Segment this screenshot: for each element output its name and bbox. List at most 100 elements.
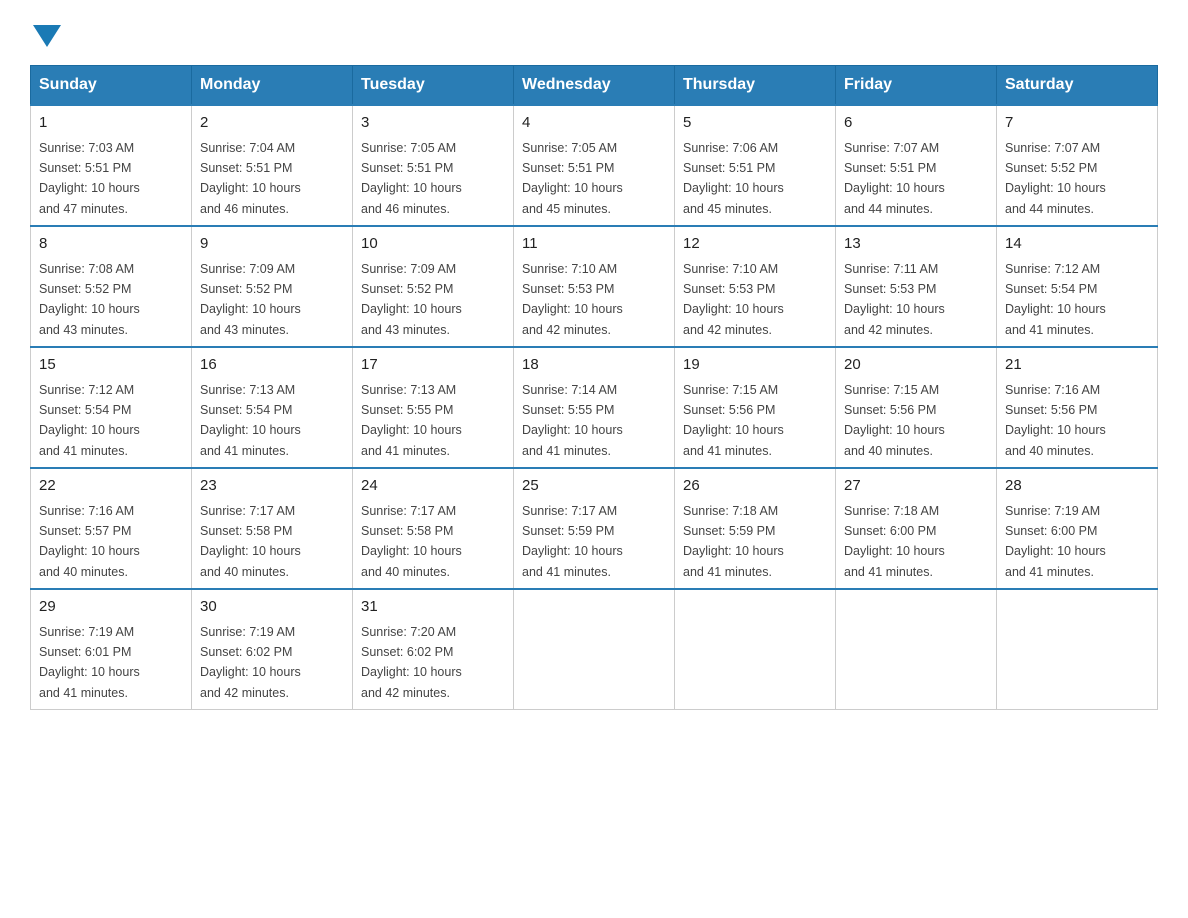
day-info: Sunrise: 7:05 AMSunset: 5:51 PMDaylight:… [361,141,462,216]
day-number: 13 [844,233,988,256]
calendar-week-row: 22Sunrise: 7:16 AMSunset: 5:57 PMDayligh… [31,468,1158,589]
calendar-cell: 2 Sunrise: 7:04 AMSunset: 5:51 PMDaylight… [192,105,353,226]
day-info: Sunrise: 7:11 AMSunset: 5:53 PMDaylight:… [844,262,945,337]
day-number: 23 [200,475,344,498]
calendar-cell: 26 Sunrise: 7:18 AMSunset: 5:59 PMDayligh… [675,468,836,589]
calendar-table: SundayMondayTuesdayWednesdayThursdayFrid… [30,65,1158,710]
day-number: 1 [39,112,183,135]
calendar-cell: 5 Sunrise: 7:06 AMSunset: 5:51 PMDaylight… [675,105,836,226]
day-number: 10 [361,233,505,256]
calendar-week-row: 8 Sunrise: 7:08 AMSunset: 5:52 PMDaylight… [31,226,1158,347]
day-number: 8 [39,233,183,256]
calendar-cell: 6 Sunrise: 7:07 AMSunset: 5:51 PMDaylight… [836,105,997,226]
day-info: Sunrise: 7:18 AMSunset: 6:00 PMDaylight:… [844,504,945,579]
day-info: Sunrise: 7:17 AMSunset: 5:58 PMDaylight:… [200,504,301,579]
weekday-header-row: SundayMondayTuesdayWednesdayThursdayFrid… [31,66,1158,106]
day-number: 15 [39,354,183,377]
calendar-cell: 1Sunrise: 7:03 AMSunset: 5:51 PMDaylight… [31,105,192,226]
calendar-cell: 16 Sunrise: 7:13 AMSunset: 5:54 PMDayligh… [192,347,353,468]
day-number: 6 [844,112,988,135]
calendar-cell: 17Sunrise: 7:13 AMSunset: 5:55 PMDayligh… [353,347,514,468]
day-number: 4 [522,112,666,135]
calendar-cell [675,589,836,710]
calendar-cell [997,589,1158,710]
calendar-cell: 9 Sunrise: 7:09 AMSunset: 5:52 PMDaylight… [192,226,353,347]
day-number: 12 [683,233,827,256]
day-number: 17 [361,354,505,377]
day-number: 30 [200,596,344,619]
day-number: 26 [683,475,827,498]
day-info: Sunrise: 7:17 AMSunset: 5:59 PMDaylight:… [522,504,623,579]
day-info: Sunrise: 7:19 AMSunset: 6:02 PMDaylight:… [200,625,301,700]
day-info: Sunrise: 7:15 AMSunset: 5:56 PMDaylight:… [683,383,784,458]
weekday-header-thursday: Thursday [675,66,836,106]
day-number: 25 [522,475,666,498]
day-info: Sunrise: 7:07 AMSunset: 5:52 PMDaylight:… [1005,141,1106,216]
day-number: 27 [844,475,988,498]
day-info: Sunrise: 7:09 AMSunset: 5:52 PMDaylight:… [361,262,462,337]
logo-triangle-icon [33,25,61,47]
day-info: Sunrise: 7:16 AMSunset: 5:56 PMDaylight:… [1005,383,1106,458]
calendar-cell: 25 Sunrise: 7:17 AMSunset: 5:59 PMDayligh… [514,468,675,589]
weekday-header-wednesday: Wednesday [514,66,675,106]
day-number: 19 [683,354,827,377]
day-info: Sunrise: 7:13 AMSunset: 5:54 PMDaylight:… [200,383,301,458]
calendar-cell: 7 Sunrise: 7:07 AMSunset: 5:52 PMDaylight… [997,105,1158,226]
calendar-cell [514,589,675,710]
day-number: 11 [522,233,666,256]
weekday-header-sunday: Sunday [31,66,192,106]
calendar-week-row: 1Sunrise: 7:03 AMSunset: 5:51 PMDaylight… [31,105,1158,226]
calendar-cell: 28 Sunrise: 7:19 AMSunset: 6:00 PMDayligh… [997,468,1158,589]
day-info: Sunrise: 7:12 AMSunset: 5:54 PMDaylight:… [1005,262,1106,337]
day-number: 20 [844,354,988,377]
calendar-cell: 14Sunrise: 7:12 AMSunset: 5:54 PMDayligh… [997,226,1158,347]
day-info: Sunrise: 7:04 AMSunset: 5:51 PMDaylight:… [200,141,301,216]
weekday-header-saturday: Saturday [997,66,1158,106]
day-number: 16 [200,354,344,377]
day-info: Sunrise: 7:19 AMSunset: 6:01 PMDaylight:… [39,625,140,700]
calendar-cell: 18Sunrise: 7:14 AMSunset: 5:55 PMDayligh… [514,347,675,468]
day-number: 2 [200,112,344,135]
day-info: Sunrise: 7:10 AMSunset: 5:53 PMDaylight:… [522,262,623,337]
weekday-header-tuesday: Tuesday [353,66,514,106]
calendar-cell: 4 Sunrise: 7:05 AMSunset: 5:51 PMDaylight… [514,105,675,226]
calendar-cell: 24Sunrise: 7:17 AMSunset: 5:58 PMDayligh… [353,468,514,589]
day-number: 22 [39,475,183,498]
calendar-week-row: 29 Sunrise: 7:19 AMSunset: 6:01 PMDayligh… [31,589,1158,710]
day-info: Sunrise: 7:18 AMSunset: 5:59 PMDaylight:… [683,504,784,579]
day-info: Sunrise: 7:19 AMSunset: 6:00 PMDaylight:… [1005,504,1106,579]
day-info: Sunrise: 7:20 AMSunset: 6:02 PMDaylight:… [361,625,462,700]
calendar-cell: 15 Sunrise: 7:12 AMSunset: 5:54 PMDayligh… [31,347,192,468]
day-info: Sunrise: 7:07 AMSunset: 5:51 PMDaylight:… [844,141,945,216]
day-number: 21 [1005,354,1149,377]
day-info: Sunrise: 7:06 AMSunset: 5:51 PMDaylight:… [683,141,784,216]
day-number: 31 [361,596,505,619]
day-number: 5 [683,112,827,135]
logo [30,20,61,45]
calendar-cell: 10 Sunrise: 7:09 AMSunset: 5:52 PMDayligh… [353,226,514,347]
calendar-cell: 3Sunrise: 7:05 AMSunset: 5:51 PMDaylight… [353,105,514,226]
day-number: 29 [39,596,183,619]
calendar-cell: 21 Sunrise: 7:16 AMSunset: 5:56 PMDayligh… [997,347,1158,468]
calendar-cell: 23 Sunrise: 7:17 AMSunset: 5:58 PMDayligh… [192,468,353,589]
day-info: Sunrise: 7:09 AMSunset: 5:52 PMDaylight:… [200,262,301,337]
calendar-cell: 31 Sunrise: 7:20 AMSunset: 6:02 PMDayligh… [353,589,514,710]
page-header [30,20,1158,45]
calendar-cell: 22Sunrise: 7:16 AMSunset: 5:57 PMDayligh… [31,468,192,589]
day-number: 24 [361,475,505,498]
day-info: Sunrise: 7:12 AMSunset: 5:54 PMDaylight:… [39,383,140,458]
weekday-header-monday: Monday [192,66,353,106]
day-number: 9 [200,233,344,256]
day-info: Sunrise: 7:08 AMSunset: 5:52 PMDaylight:… [39,262,140,337]
calendar-cell [836,589,997,710]
calendar-cell: 29 Sunrise: 7:19 AMSunset: 6:01 PMDayligh… [31,589,192,710]
calendar-cell: 20Sunrise: 7:15 AMSunset: 5:56 PMDayligh… [836,347,997,468]
day-info: Sunrise: 7:10 AMSunset: 5:53 PMDaylight:… [683,262,784,337]
calendar-week-row: 15 Sunrise: 7:12 AMSunset: 5:54 PMDayligh… [31,347,1158,468]
day-info: Sunrise: 7:14 AMSunset: 5:55 PMDaylight:… [522,383,623,458]
calendar-cell: 27 Sunrise: 7:18 AMSunset: 6:00 PMDayligh… [836,468,997,589]
day-number: 28 [1005,475,1149,498]
calendar-cell: 8 Sunrise: 7:08 AMSunset: 5:52 PMDaylight… [31,226,192,347]
day-number: 7 [1005,112,1149,135]
day-info: Sunrise: 7:05 AMSunset: 5:51 PMDaylight:… [522,141,623,216]
